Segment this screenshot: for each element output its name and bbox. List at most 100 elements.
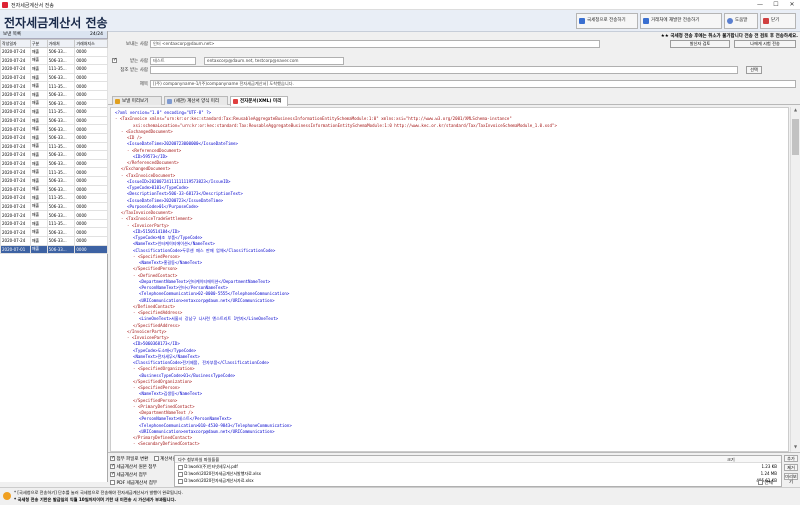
select-all-check[interactable]: 전체 xyxy=(758,480,773,487)
scroll-thumb[interactable] xyxy=(792,119,799,155)
scroll-down-icon[interactable]: ▼ xyxy=(791,444,800,452)
table-cell: 0000 xyxy=(74,132,108,143)
subject-label: 제목 xyxy=(139,82,148,87)
close-button[interactable]: 닫기 xyxy=(760,13,796,29)
checkbox[interactable] xyxy=(758,480,763,485)
window-title: 전자세금계산서 전송 xyxy=(11,3,54,9)
self-test-button[interactable]: 나에게 시험 전송 xyxy=(734,40,796,48)
table-cell: 2020-07-24 xyxy=(0,81,31,91)
table-cell: 0000 xyxy=(74,175,108,186)
table-row[interactable]: 2020-07-24 매출 506-33... 0000 xyxy=(0,132,108,143)
table-row[interactable]: 2020-07-24 매출 506-33... 0000 xyxy=(0,184,108,195)
tab-xml-preview[interactable]: 전자문서(XML) 미리보기 xyxy=(230,96,288,113)
checkbox[interactable] xyxy=(110,480,115,485)
resend-partner-button[interactable]: 거래처에 재발한 전송하기 xyxy=(640,13,722,29)
tab-invoice-preview[interactable]: (세관) 계산서 양식 미리보기 xyxy=(164,96,228,113)
table-row[interactable]: 2020-07-24 매출 506-33... 0000 xyxy=(0,175,108,186)
receiver-email-field[interactable]: entaxcorp@daum.net, testcorp@naver.com xyxy=(204,57,344,65)
check-attach-convert[interactable]: 첨부 파일로 변환 계산서출력 xyxy=(110,455,181,463)
remove-attachment-button[interactable]: 제거 xyxy=(784,464,798,471)
attachment-item[interactable]: D:\work\2020전자세금계산서자료.xlsx 485.62 KB xyxy=(175,477,781,484)
xml-scrollbar[interactable]: ▲ ▼ xyxy=(790,107,799,452)
close-window-button[interactable]: ✕ xyxy=(784,0,800,10)
check-original-attach[interactable]: 세금계산서 원본 첨부 xyxy=(110,463,157,471)
checkbox[interactable] xyxy=(110,455,115,461)
attachment-item[interactable]: D:\work\(주)인터넷세무서.pdf 1.23 KB xyxy=(175,463,781,470)
table-row[interactable]: 2020-07-24 매출 506-33... 0000 xyxy=(0,55,108,66)
sender-label: 보내는 사람 xyxy=(125,42,148,47)
table-row[interactable]: 2020-07-24 매출 506-33... 0000 xyxy=(0,210,108,220)
table-row[interactable]: 2020-07-24 매출 506-33... 0000 xyxy=(0,201,108,212)
xml-line-text: <ClassificationCode>전기제품, 전자부품</Classifi… xyxy=(133,360,270,365)
table-row[interactable]: 2020-07-24 매출 506-33... 0000 xyxy=(0,89,108,100)
table-row[interactable]: 2020-07-24 매출 506-33... 0000 xyxy=(0,72,108,83)
table-row[interactable]: 2020-07-24 매출 506-33... 0000 xyxy=(0,236,108,246)
table-cell: 0000 xyxy=(74,201,108,212)
xml-line-text: - <TaxInvoiceDocument> xyxy=(121,172,176,178)
checkbox[interactable] xyxy=(178,471,183,477)
table-row[interactable]: 2020-07-24 매출 506-33... 0000 xyxy=(0,158,108,169)
xml-preview-pane[interactable]: <?xml version="1.0" encoding="UTF-8" ?> -… xyxy=(110,107,789,452)
table-cell: 매출 xyxy=(29,81,48,91)
tab-mail-preview[interactable]: 보낼 미리보기 xyxy=(112,96,162,105)
send-nts-button[interactable]: 국세청으로 전송하기 xyxy=(576,13,638,29)
table-row[interactable]: 2020-07-24 매출 111-35... 0000 xyxy=(0,64,108,74)
scroll-up-icon[interactable]: ▲ xyxy=(791,107,800,115)
cc-row: 참조 받는 사람 선택 xyxy=(110,66,800,74)
col-date[interactable]: 작성일자 xyxy=(0,39,31,48)
cc-field[interactable] xyxy=(150,66,738,74)
table-row[interactable]: 2020-07-24 매출 506-33... 0000 xyxy=(0,98,108,109)
receiver-name-field[interactable]: 테스트 xyxy=(150,57,196,65)
address-select-button[interactable]: 선택 xyxy=(746,66,762,74)
add-attachment-button[interactable]: 추가 xyxy=(784,455,798,462)
col-partner[interactable]: 거래처 xyxy=(46,39,76,48)
table-row[interactable]: 2020-07-24 매출 506-33... 0000 xyxy=(0,115,108,126)
xml-line: - <SecondaryDefinedContact> xyxy=(115,441,788,447)
table-row[interactable]: 2020-07-24 매출 506-33... 0000 xyxy=(0,150,108,160)
table-row[interactable]: 2020-07-24 매출 111-35... 0000 xyxy=(0,193,108,203)
col-type[interactable]: 구분 xyxy=(29,39,48,48)
receiver-checkbox[interactable] xyxy=(112,57,117,63)
table-row[interactable]: 2020-07-24 매출 506-33... 0000 xyxy=(0,227,108,238)
sender-check-button[interactable]: 발신자 검토 xyxy=(670,40,730,48)
check-pdf-attach[interactable]: PDF 세금계산서 첨부 xyxy=(110,480,157,487)
maximize-button[interactable]: ☐ xyxy=(768,0,784,10)
receiver-label: 받는 사람 xyxy=(130,59,148,64)
table-cell: 111-35... xyxy=(46,107,76,117)
checkbox[interactable] xyxy=(153,456,159,461)
cc-label: 참조 받는 사람 xyxy=(120,68,148,73)
xml-line-text: <NameText>인터케이티에이션</NameText> xyxy=(133,241,215,247)
table-row[interactable]: 2020-07-24 매출 111-35... 0000 xyxy=(0,218,108,229)
app-header: 전자세금계산서 전송 국세청으로 전송하기 거래처에 재발한 전송하기 도움말 … xyxy=(0,10,800,32)
table-row[interactable]: 2020-07-24 매출 506-33... 0000 xyxy=(0,124,108,134)
table-cell: 2020-07-24 xyxy=(0,175,31,186)
table-cell: 매출 xyxy=(29,201,48,212)
sender-field[interactable]: 인터 <entaxcorp@daum.net> xyxy=(150,40,600,48)
checkbox[interactable] xyxy=(110,471,115,477)
table-row[interactable]: 2020-07-24 매출 111-35... 0000 xyxy=(0,141,108,152)
subject-field[interactable]: [(주) companyname-1/(주)companyname 전자세금계산… xyxy=(150,80,796,88)
checkbox[interactable] xyxy=(110,463,115,469)
help-button[interactable]: 도움말 xyxy=(724,13,758,29)
xml-line-text: - <InvoiceeParty> xyxy=(127,335,169,340)
check-invoice-attach[interactable]: 세금계산서 첨부 xyxy=(110,471,147,479)
attachment-item[interactable]: D:\work\2020전자세금계산서발행자료.xlsx 1.24 MB xyxy=(175,470,781,477)
table-row[interactable]: 2020-07-01 매출 506-33... 0000 xyxy=(0,244,108,255)
table-row[interactable]: 2020-07-24 매출 111-35... 0000 xyxy=(0,81,108,91)
checkbox[interactable] xyxy=(178,464,183,470)
table-row[interactable]: 2020-07-24 매출 111-35... 0000 xyxy=(0,167,108,177)
xml-line-text: <LineOneText>서울시 강남구 나사련 엔스트리트 1번지</Line… xyxy=(139,316,279,322)
table-cell: 매출 xyxy=(29,150,48,160)
checkbox[interactable] xyxy=(178,478,183,484)
table-cell: 2020-07-24 xyxy=(0,167,31,177)
table-cell: 2020-07-24 xyxy=(0,98,31,109)
preview-attachment-button[interactable]: 미리보기 xyxy=(784,473,798,484)
table-row[interactable]: 2020-07-24 매출 111-35... 0000 xyxy=(0,107,108,117)
table-row[interactable]: 2020-07-24 매출 506-33... 0000 xyxy=(0,47,108,57)
col-branch[interactable]: 거래처지스 xyxy=(74,39,108,48)
table-cell: 0000 xyxy=(74,236,108,246)
xml-line-text: </InvoicerParty> xyxy=(127,328,167,334)
table-cell: 0000 xyxy=(74,124,108,134)
minimize-button[interactable]: — xyxy=(752,0,768,10)
status-footer: * [국세청으로 전송하기] 단추를 눌러 국세청으로 전송해야 전자세금계산서… xyxy=(0,487,800,505)
